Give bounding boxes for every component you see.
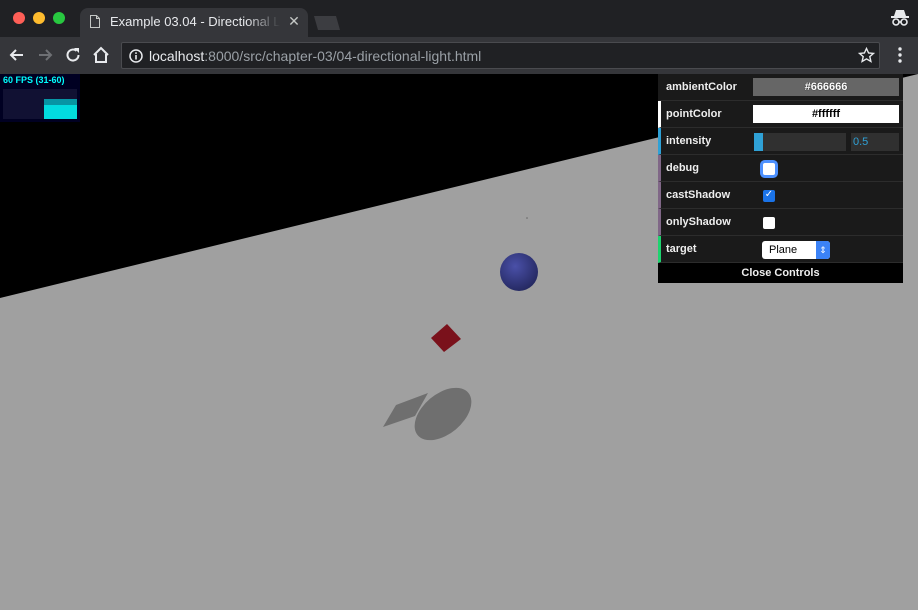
- page-icon: [90, 15, 100, 28]
- target-row: target Plane ⇕: [658, 236, 903, 263]
- window-maximize-button[interactable]: [53, 12, 65, 24]
- window-minimize-button[interactable]: [33, 12, 45, 24]
- intensity-label: intensity: [666, 135, 712, 147]
- new-tab-button[interactable]: [311, 15, 343, 31]
- browser-toolbar: localhost:8000/src/chapter-03/04-directi…: [0, 37, 918, 74]
- point-color-row: pointColor #ffffff: [658, 101, 903, 128]
- cast-shadow-row: castShadow ✓: [658, 182, 903, 209]
- intensity-slider[interactable]: [754, 133, 846, 151]
- only-shadow-checkbox[interactable]: [763, 217, 775, 229]
- only-shadow-label: onlyShadow: [666, 216, 731, 228]
- point-color-label: pointColor: [666, 108, 722, 120]
- bookmark-star-icon[interactable]: [858, 47, 875, 64]
- checkmark-icon: ✓: [764, 189, 774, 200]
- browser-window: Example 03.04 - Directional Light ✕: [0, 0, 918, 610]
- point-color-input[interactable]: #ffffff: [753, 105, 899, 123]
- kebab-menu-icon[interactable]: [893, 45, 907, 65]
- incognito-icon: [891, 10, 909, 26]
- forward-arrow-icon[interactable]: [35, 45, 55, 65]
- url-host: localhost: [149, 48, 205, 64]
- target-label: target: [666, 243, 697, 255]
- target-selected-value: Plane: [769, 244, 798, 256]
- select-updown-icon: ⇕: [816, 241, 830, 259]
- tab-close-icon[interactable]: ✕: [286, 13, 302, 29]
- ambient-color-label: ambientColor: [666, 81, 737, 93]
- fps-stats-panel[interactable]: 60 FPS (31-60): [0, 74, 80, 122]
- reload-icon[interactable]: [63, 45, 83, 65]
- fps-label: 60 FPS (31-60): [3, 75, 65, 85]
- address-bar[interactable]: localhost:8000/src/chapter-03/04-directi…: [121, 42, 880, 69]
- home-icon[interactable]: [91, 45, 111, 65]
- fps-graph-gap: [44, 99, 77, 105]
- tab-strip: Example 03.04 - Directional Light ✕: [0, 0, 918, 37]
- debug-row: debug: [658, 155, 903, 182]
- only-shadow-row: onlyShadow: [658, 209, 903, 236]
- back-arrow-icon[interactable]: [7, 45, 27, 65]
- url-path: :8000/src/chapter-03/04-directional-ligh…: [204, 48, 482, 64]
- target-select[interactable]: Plane ⇕: [762, 241, 830, 259]
- intensity-input[interactable]: 0.5: [851, 133, 899, 151]
- sphere-mesh: [500, 253, 538, 291]
- url-text: localhost:8000/src/chapter-03/04-directi…: [149, 48, 481, 64]
- close-controls-button[interactable]: Close Controls: [658, 263, 903, 283]
- debug-label: debug: [666, 162, 699, 174]
- cast-shadow-label: castShadow: [666, 189, 731, 201]
- tab-active[interactable]: Example 03.04 - Directional Light ✕: [80, 8, 308, 37]
- fps-graph: [3, 89, 77, 119]
- light-point: [526, 217, 528, 219]
- ambient-color-row: ambientColor #666666: [658, 74, 903, 101]
- webgl-viewport[interactable]: 60 FPS (31-60) ambientColor #666666 poin…: [0, 74, 918, 610]
- intensity-slider-fill: [754, 133, 764, 151]
- info-icon[interactable]: [129, 49, 143, 63]
- tab-title: Example 03.04 - Directional Light: [110, 14, 280, 29]
- dat-gui-panel: ambientColor #666666 pointColor #ffffff …: [658, 74, 903, 283]
- intensity-row: intensity 0.5: [658, 128, 903, 155]
- ambient-color-input[interactable]: #666666: [753, 78, 899, 96]
- cast-shadow-checkbox[interactable]: ✓: [763, 189, 775, 202]
- debug-checkbox[interactable]: [763, 163, 775, 175]
- window-close-button[interactable]: [13, 12, 25, 24]
